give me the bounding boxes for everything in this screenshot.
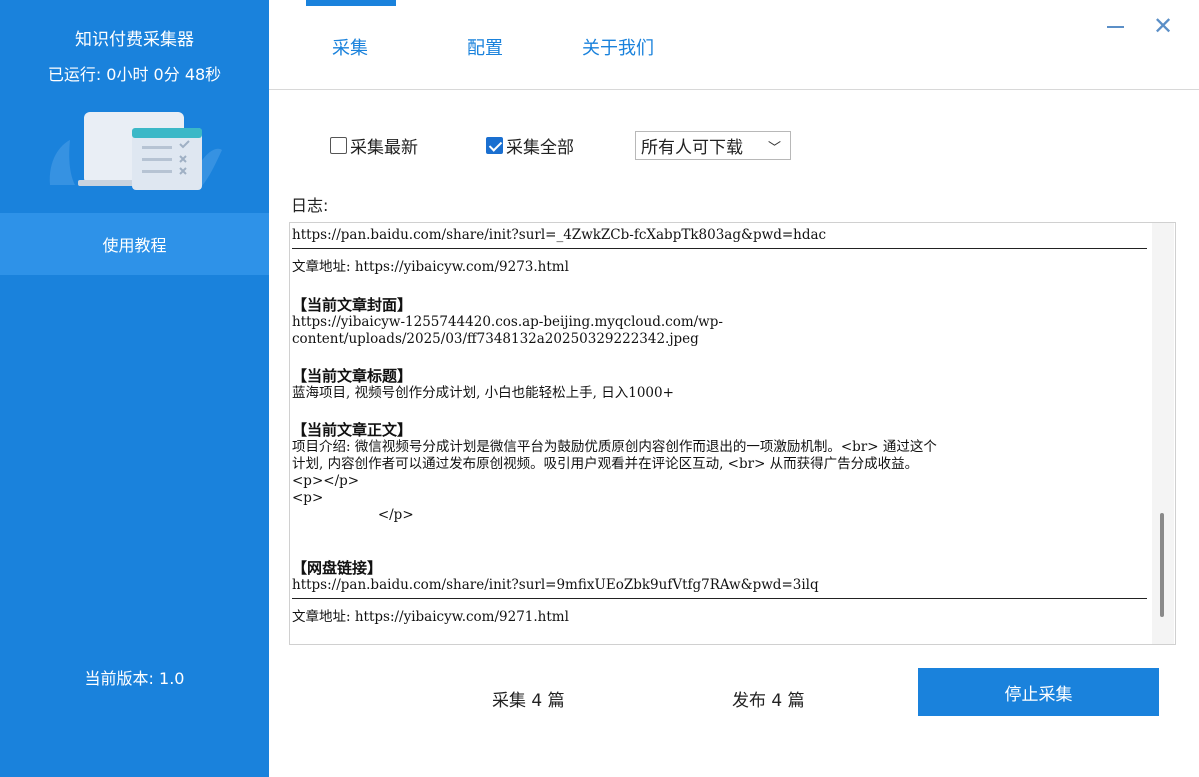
log-line: </p> (292, 507, 414, 523)
chevron-down-icon: ﹀ (767, 141, 781, 156)
sidebar-item-label: 使用教程 (102, 236, 167, 255)
log-line: https://pan.baidu.com/share/init?surl=9m… (292, 577, 819, 593)
download-permission-value: 所有人可下载 (641, 138, 743, 158)
sidebar-item-tutorial[interactable]: 使用教程 (0, 213, 269, 275)
log-content: https://pan.baidu.com/share/init?surl=_4… (292, 223, 1147, 626)
main-panel: 采集 配置 关于我们 ✕ 采集最新 采集全部 所有人可下载 ﹀ 日志: http… (269, 0, 1199, 777)
log-heading: 【当前文章标题】 (292, 367, 413, 385)
sidebar: 知识付费采集器 已运行: 0小时 0分 48秒 使用教程 当前版本: 1.0 (0, 0, 269, 777)
publish-count: 发布 4 篇 (732, 691, 805, 711)
log-line: 蓝海项目, 视频号创作分成计划, 小白也能轻松上手, 日入1000+ (292, 385, 674, 401)
collect-latest-checkbox[interactable]: 采集最新 (330, 133, 418, 158)
log-separator (292, 248, 1147, 249)
checkbox-unchecked-icon[interactable] (330, 137, 347, 154)
tab-config[interactable]: 配置 (467, 34, 503, 60)
close-icon[interactable]: ✕ (1153, 14, 1173, 38)
log-line: 项目介绍: 微信视频号分成计划是微信平台为鼓励优质原创内容创作而退出的一项激励机… (292, 439, 937, 455)
scrollbar-thumb[interactable] (1160, 513, 1164, 617)
log-line: 文章地址: https://yibaicyw.com/9271.html (292, 609, 569, 625)
log-textarea[interactable]: https://pan.baidu.com/share/init?surl=_4… (289, 222, 1176, 645)
collect-latest-label: 采集最新 (350, 138, 418, 158)
log-line: <p> (292, 490, 324, 506)
log-scrollbar[interactable] (1152, 223, 1174, 644)
log-label: 日志: (291, 196, 329, 215)
collect-all-checkbox[interactable]: 采集全部 (486, 133, 574, 158)
dashboard-illustration-icon (49, 112, 222, 190)
collect-all-label: 采集全部 (506, 138, 574, 158)
collect-count: 采集 4 篇 (492, 691, 565, 711)
tab-about[interactable]: 关于我们 (582, 34, 654, 60)
log-heading: 【网盘链接】 (292, 559, 383, 577)
stop-collect-button[interactable]: 停止采集 (918, 668, 1159, 716)
tab-collect[interactable]: 采集 (332, 34, 368, 60)
log-heading: 【当前文章正文】 (292, 421, 413, 439)
log-line: content/uploads/2025/03/ff7348132a202503… (292, 331, 699, 347)
active-tab-indicator (306, 0, 396, 6)
log-heading: 【当前文章封面】 (292, 296, 413, 314)
header-divider (269, 89, 1199, 90)
download-permission-select[interactable]: 所有人可下载 ﹀ (635, 131, 791, 160)
log-line: https://pan.baidu.com/share/init?surl=_4… (292, 227, 827, 243)
app-title: 知识付费采集器 (75, 30, 194, 50)
minimize-icon[interactable] (1105, 10, 1127, 40)
checkbox-checked-icon[interactable] (486, 137, 503, 154)
log-line: <p></p> (292, 473, 360, 489)
runtime-status: 已运行: 0小时 0分 48秒 (47, 65, 222, 84)
version-label: 当前版本: 1.0 (84, 669, 185, 688)
log-separator (292, 598, 1147, 599)
log-line: 计划, 内容创作者可以通过发布原创视频。吸引用户观看并在评论区互动, <br> … (292, 456, 919, 472)
log-line: 文章地址: https://yibaicyw.com/9273.html (292, 259, 569, 275)
log-line: https://yibaicyw-1255744420.cos.ap-beiji… (292, 314, 723, 330)
